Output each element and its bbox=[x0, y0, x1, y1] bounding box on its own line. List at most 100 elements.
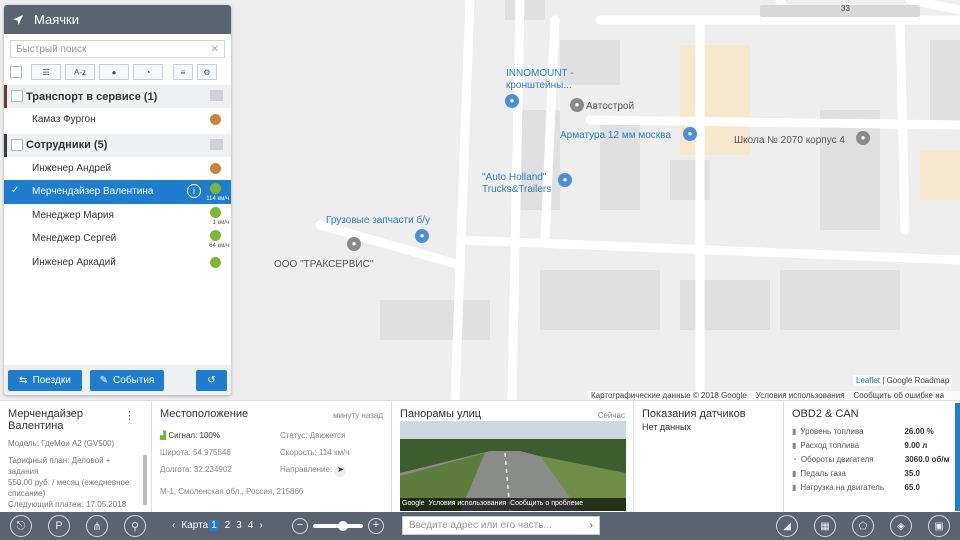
poi-armatura[interactable]: Арматура 12 мм москва bbox=[560, 130, 671, 142]
sensors-title: Показания датчиков bbox=[642, 408, 746, 420]
layers-icon[interactable]: ◈ bbox=[890, 515, 912, 537]
settings-button[interactable]: ⚙ bbox=[197, 64, 217, 80]
group-employees[interactable]: Сотрудники (5) bbox=[4, 133, 231, 157]
map-attribution: Картографические данные © 2018 Google Ус… bbox=[588, 391, 960, 400]
next-page-icon[interactable]: › bbox=[259, 520, 262, 531]
scrollbar[interactable] bbox=[143, 455, 147, 505]
details-bar: Мерчендайзер Валентина ⋮ Модель: ГдеМои … bbox=[0, 400, 960, 513]
sensors-section: Показания датчиков Нет данных bbox=[634, 401, 784, 513]
zoom-in-icon[interactable]: + bbox=[368, 518, 384, 534]
message-icon[interactable] bbox=[210, 138, 223, 150]
logout-icon[interactable]: ⎋ bbox=[10, 515, 32, 537]
address-search-input[interactable]: Введите адрес или его часть... › bbox=[402, 516, 600, 535]
page-3[interactable]: 3 bbox=[236, 520, 242, 531]
page-2[interactable]: 2 bbox=[225, 520, 231, 531]
zoom-out-icon[interactable]: − bbox=[292, 518, 308, 534]
group-checkbox[interactable] bbox=[11, 138, 23, 151]
street-view-image[interactable] bbox=[400, 421, 626, 511]
fuel-consumption-icon: ▮ bbox=[792, 440, 797, 450]
clear-icon[interactable]: ✕ bbox=[211, 44, 219, 55]
group-checkbox[interactable] bbox=[11, 90, 23, 102]
list-view-button[interactable]: ☰ bbox=[31, 64, 61, 80]
list-item[interactable]: Менеджер Сергей 64 км/ч bbox=[4, 227, 231, 251]
filter-button[interactable]: ≡ bbox=[173, 64, 193, 80]
zoom-slider-knob[interactable] bbox=[338, 521, 348, 531]
trips-label: Поездки bbox=[32, 374, 71, 386]
sort-status-button[interactable]: ● bbox=[99, 64, 129, 80]
map-terms-link[interactable]: Условия использования bbox=[756, 391, 845, 400]
status-dot-icon bbox=[210, 183, 221, 194]
sliders-icon: ≡ bbox=[180, 67, 186, 77]
poi-innomount[interactable]: INNOMOUNT - кронштейны... bbox=[506, 68, 574, 92]
poi-pin-icon[interactable]: ● bbox=[347, 237, 361, 251]
list-item[interactable]: Камаз Фургон bbox=[4, 108, 231, 132]
ruler-icon[interactable]: ◢ bbox=[776, 515, 798, 537]
obd-row: ◔ Обороты двигателя 3060.0 об/м bbox=[792, 452, 952, 466]
beacon-name: Мерчендайзер Валентина bbox=[32, 186, 154, 198]
address-value: М-1, Смоленская обл., Россия, 215866 bbox=[160, 487, 304, 496]
poi-pin-icon[interactable]: ● bbox=[570, 98, 584, 112]
signal-icon: ▟ bbox=[160, 431, 167, 440]
obd-row: ▮ Расход топлива 9.00 л bbox=[792, 438, 952, 452]
page-4[interactable]: 4 bbox=[248, 520, 254, 531]
message-icon[interactable] bbox=[210, 90, 223, 101]
trips-button[interactable]: ⇆ Поездки bbox=[8, 369, 82, 391]
poi-autoholland[interactable]: "Auto Holland" Trucks&Trailers bbox=[482, 172, 551, 196]
poi-shop-icon[interactable]: ● bbox=[558, 173, 572, 187]
panel-buttons: ⇆ Поездки ✎ События ↺ bbox=[4, 365, 231, 395]
quick-search-input[interactable]: Быстрый поиск ✕ bbox=[10, 40, 225, 58]
obd-row: ▮ Нагрузка на двигатель 65.0 bbox=[792, 480, 952, 494]
more-vertical-icon[interactable]: ⋮ bbox=[124, 409, 135, 422]
status-dot-icon bbox=[210, 114, 221, 126]
engine-load-icon: ▮ bbox=[792, 482, 797, 492]
poi-pin-icon[interactable]: ● bbox=[505, 94, 519, 108]
poi-gruz[interactable]: Грузовые запчасти б/у bbox=[326, 215, 430, 227]
poi-shop-icon[interactable]: ● bbox=[415, 229, 429, 243]
location-pin-icon[interactable]: ⚲ bbox=[124, 515, 146, 537]
geofence-icon[interactable]: ⬠ bbox=[852, 515, 874, 537]
check-icon[interactable]: ✓ bbox=[11, 185, 19, 196]
poi-shop-icon[interactable]: ● bbox=[683, 127, 697, 141]
obd-section: OBD2 & CAN ▮ Уровень топлива 26.00 % ▮ Расх… bbox=[784, 401, 960, 513]
building-icon[interactable]: ▦ bbox=[814, 515, 836, 537]
group-transport[interactable]: Транспорт в сервисе (1) bbox=[4, 85, 231, 108]
beacon-model: Модель: ГдеМои A2 (GV500) bbox=[8, 439, 115, 448]
list-item[interactable]: Инженер Андрей bbox=[4, 157, 231, 181]
go-arrow-icon[interactable]: › bbox=[590, 520, 593, 531]
poi-traks[interactable]: ООО "ТРАКСЕРВИС" bbox=[274, 259, 373, 271]
panorama-footer: Google Условия использования Сообщить о … bbox=[402, 500, 583, 507]
beacon-name: Камаз Фургон bbox=[32, 114, 96, 126]
panorama-terms-link[interactable]: Условия использования bbox=[428, 500, 506, 507]
obd-key: Расход топлива bbox=[800, 440, 860, 450]
share-icon[interactable]: ⋔ bbox=[86, 515, 108, 537]
info-icon[interactable]: i bbox=[187, 184, 201, 198]
pedal-icon: ▮ bbox=[792, 468, 797, 478]
history-button[interactable]: ↺ bbox=[196, 369, 227, 391]
parking-icon[interactable]: P bbox=[48, 515, 70, 537]
leaflet-link[interactable]: Leaflet bbox=[856, 376, 880, 385]
sort-speed-button[interactable]: ◔ bbox=[133, 64, 163, 80]
poi-avtostroy[interactable]: Автострой bbox=[586, 101, 634, 113]
prev-page-icon[interactable]: ‹ bbox=[172, 520, 175, 531]
window-icon[interactable]: ▣ bbox=[928, 515, 950, 537]
beacon-details: Мерчендайзер Валентина ⋮ Модель: ГдеМои … bbox=[0, 401, 152, 513]
list-item-selected[interactable]: ✓ Мерчендайзер Валентина i 114 км/ч bbox=[4, 180, 231, 204]
speed-label: 114 км/ч bbox=[206, 196, 229, 202]
obd-key: Педаль газа bbox=[800, 468, 846, 478]
list-item[interactable]: Менеджер Мария 1 км/ч bbox=[4, 204, 231, 228]
poi-pin-icon[interactable]: ● bbox=[856, 131, 870, 145]
select-all-checkbox[interactable] bbox=[10, 66, 22, 78]
page-1[interactable]: 1 bbox=[209, 520, 219, 531]
address-placeholder: Введите адрес или его часть... bbox=[409, 520, 552, 531]
events-button[interactable]: ✎ События bbox=[90, 369, 164, 391]
poi-school[interactable]: Школа № 2070 корпус 4 bbox=[734, 135, 845, 147]
group-color-bar bbox=[4, 85, 7, 108]
panorama-report-link[interactable]: Сообщить о проблеме bbox=[510, 500, 583, 507]
status-dot-icon bbox=[210, 206, 221, 218]
list-item[interactable]: Инженер Аркадий bbox=[4, 251, 231, 275]
obd-value: 26.00 % bbox=[904, 426, 934, 436]
events-label: События bbox=[113, 374, 155, 386]
sort-az-button[interactable]: A-z bbox=[65, 64, 95, 80]
scrollbar[interactable] bbox=[955, 403, 960, 511]
latitude-value: Широта: 54.975548 bbox=[160, 448, 231, 457]
